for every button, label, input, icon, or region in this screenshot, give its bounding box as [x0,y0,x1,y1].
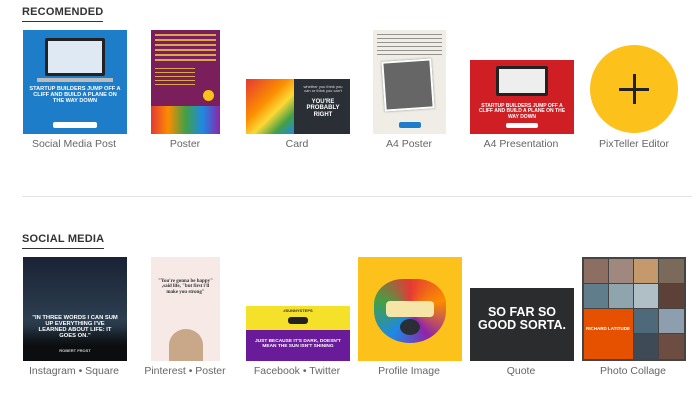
template-label: Social Media Post [31,138,117,150]
thumbnail-pinterest-poster: "You're gonna be happy" ,said life, "but… [151,257,220,361]
template-label: Poster [169,138,201,150]
template-label: Card [285,138,309,150]
thumbnail-social-media-post: STARTUP BUILDERS JUMP OFF A CLIFF AND BU… [23,30,127,134]
section-title-recommended: RECOMENDED [22,6,104,22]
template-label: Profile Image [378,365,440,377]
thumbnail-poster [151,30,220,134]
instagram-author: ROBERT FROST [59,348,91,353]
thumbnail-profile-image [358,257,462,361]
pinterest-quote: "You're gonna be happy" ,said life, "but… [158,279,213,295]
thumbnail-headline: STARTUP BUILDERS JUMP OFF A CLIFF AND BU… [29,86,121,104]
template-label: Photo Collage [600,365,666,377]
card-line2: YOU'RE PROBABLY RIGHT [306,99,340,118]
new-design-button[interactable] [590,45,678,133]
instagram-quote: "IN THREE WORDS I CAN SUM UP EVERYTHING … [32,315,118,340]
section-title-social-media: SOCIAL MEDIA [22,233,105,249]
template-label: Pinterest • Poster [144,365,226,377]
template-label: PixTeller Editor [598,138,670,150]
template-label: Instagram • Square [28,365,120,377]
facebook-quote: JUST BECAUSE IT'S DARK, DOESN'T MEAN THE… [255,339,341,350]
collage-title: RICHARD LATITUDE [586,326,630,331]
thumbnail-a4-poster [373,30,446,134]
template-label: Facebook • Twitter [253,365,341,377]
quote-text: SO FAR SO GOOD SORTA. [478,305,566,332]
card-line1: whether you think you can or think you c… [303,84,343,94]
facebook-tag: #SUNNYSTEPS [283,308,313,313]
section-divider [22,196,692,197]
thumbnail-quote: SO FAR SO GOOD SORTA. [470,288,574,361]
thumbnail-instagram-square: "IN THREE WORDS I CAN SUM UP EVERYTHING … [23,257,127,361]
thumbnail-photo-collage: RICHARD LATITUDE [582,257,686,361]
template-label: A4 Poster [385,138,433,150]
thumbnail-card: whether you think you can or think you c… [246,79,350,134]
template-label: A4 Presentation [483,138,559,150]
template-label: Quote [506,365,536,377]
thumbnail-a4-presentation: STARTUP BUILDERS JUMP OFF A CLIFF AND BU… [470,60,574,134]
thumbnail-headline: STARTUP BUILDERS JUMP OFF A CLIFF AND BU… [478,103,566,120]
thumbnail-facebook-twitter: #SUNNYSTEPS JUST BECAUSE IT'S DARK, DOES… [246,306,350,361]
